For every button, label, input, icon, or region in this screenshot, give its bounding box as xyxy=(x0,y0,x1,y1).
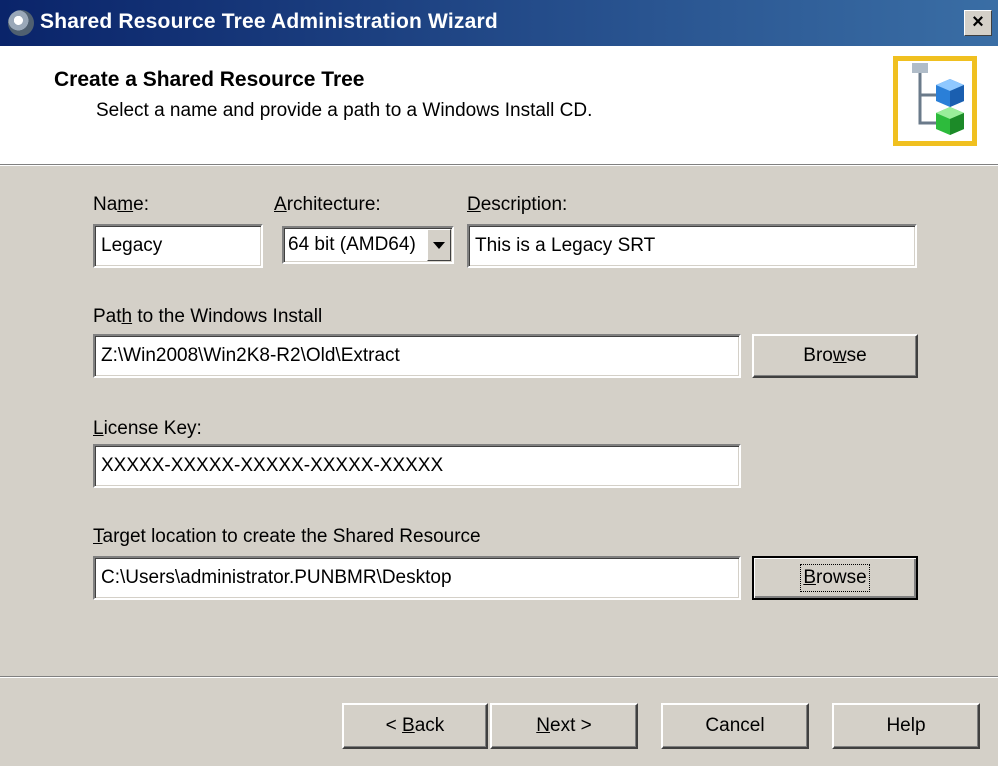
license-key-label: License Key: xyxy=(93,418,202,439)
description-label: Description: xyxy=(467,194,568,215)
target-location-label: Target location to create the Shared Res… xyxy=(93,526,481,547)
architecture-select[interactable]: 64 bit (AMD64) xyxy=(282,226,454,264)
page-subtitle: Select a name and provide a path to a Wi… xyxy=(96,100,593,121)
close-button[interactable]: × xyxy=(964,10,992,36)
footer-divider-highlight xyxy=(0,677,998,678)
install-path-browse-button[interactable]: Browse xyxy=(752,334,918,378)
header-divider-highlight xyxy=(0,165,998,166)
next-button[interactable]: Next > xyxy=(490,703,638,749)
license-key-input[interactable] xyxy=(95,446,739,486)
help-button[interactable]: Help xyxy=(832,703,980,749)
description-input[interactable] xyxy=(469,226,915,266)
target-location-input[interactable] xyxy=(95,558,739,598)
title-bar[interactable]: Shared Resource Tree Administration Wiza… xyxy=(0,0,998,46)
cancel-button[interactable]: Cancel xyxy=(661,703,809,749)
architecture-selected-value: 64 bit (AMD64) xyxy=(288,234,416,255)
target-browse-button[interactable]: Browse xyxy=(752,556,918,600)
page-title: Create a Shared Resource Tree xyxy=(54,68,365,91)
architecture-label: Architecture: xyxy=(274,194,381,215)
description-field[interactable] xyxy=(467,224,917,268)
target-location-field[interactable] xyxy=(93,556,741,600)
window-title: Shared Resource Tree Administration Wiza… xyxy=(40,10,498,33)
back-button[interactable]: < Back xyxy=(342,703,488,749)
license-key-field[interactable] xyxy=(93,444,741,488)
dropdown-arrow-icon[interactable] xyxy=(427,229,451,261)
name-input[interactable] xyxy=(95,226,261,266)
app-gear-icon xyxy=(8,10,34,36)
name-label: Name: xyxy=(93,194,149,215)
wizard-header: Create a Shared Resource Tree Select a n… xyxy=(0,46,998,164)
name-field[interactable] xyxy=(93,224,263,268)
install-path-input[interactable] xyxy=(95,336,739,376)
install-path-label: Path to the Windows Install xyxy=(93,306,323,327)
resource-tree-icon xyxy=(893,56,977,146)
wizard-window: Shared Resource Tree Administration Wiza… xyxy=(0,0,998,766)
install-path-field[interactable] xyxy=(93,334,741,378)
